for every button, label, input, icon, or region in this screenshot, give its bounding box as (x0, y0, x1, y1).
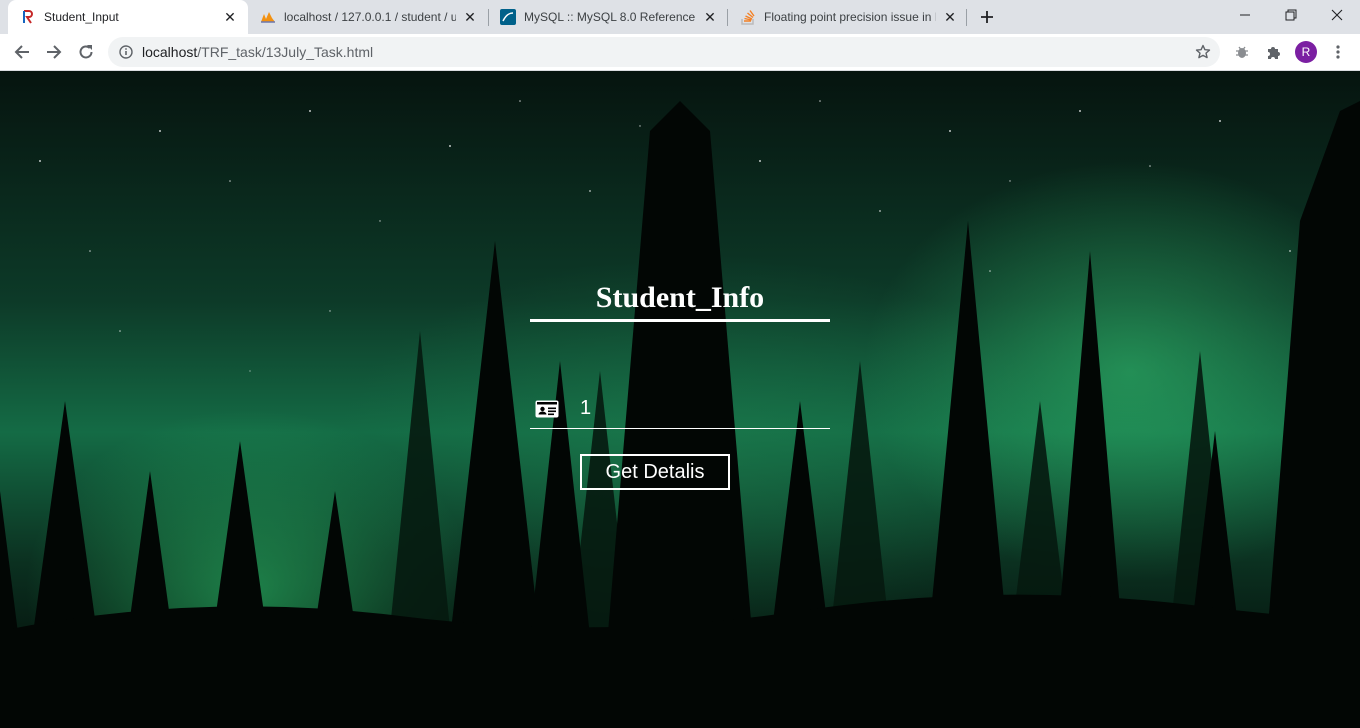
tab-title: Student_Input (44, 10, 119, 24)
plus-icon (981, 11, 993, 23)
student-id-field[interactable] (530, 389, 830, 429)
back-button[interactable] (8, 38, 36, 66)
url-host: localhost (142, 44, 198, 60)
get-details-button[interactable]: Get Detalis (580, 454, 730, 490)
tab-strip: Student_Input ✕ localhost / 127.0.0.1 / … (0, 0, 1360, 34)
url-path: /TRF_task/13July_Task.html (197, 44, 374, 60)
student-info-form: Student_Info Get Detalis (530, 281, 830, 490)
close-window-icon (1331, 9, 1343, 21)
extension-bug-button[interactable] (1228, 38, 1256, 66)
browser-menu-button[interactable] (1324, 38, 1352, 66)
address-bar[interactable]: localhost/TRF_task/13July_Task.html (108, 37, 1220, 67)
puzzle-icon (1268, 47, 1280, 59)
restore-button[interactable] (1268, 0, 1314, 30)
tab-mysql-reference[interactable]: MySQL :: MySQL 8.0 Reference M ✕ (488, 0, 728, 34)
forward-arrow-icon (47, 45, 62, 59)
info-icon[interactable] (118, 44, 134, 60)
minimize-icon (1240, 14, 1250, 16)
mysql-icon (500, 9, 516, 25)
browser-toolbar: localhost/TRF_task/13July_Task.html R (0, 34, 1360, 71)
new-tab-button[interactable] (975, 5, 999, 29)
tab-separator (966, 9, 967, 26)
back-arrow-icon (14, 45, 29, 59)
stackoverflow-icon (740, 9, 756, 25)
tab-phpmyadmin[interactable]: localhost / 127.0.0.1 / student / u ✕ (248, 0, 488, 34)
phpmyadmin-icon (260, 9, 276, 25)
tab-stackoverflow[interactable]: Floating point precision issue in I ✕ (728, 0, 968, 34)
reload-button[interactable] (72, 38, 100, 66)
minimize-button[interactable] (1222, 0, 1268, 30)
tab-student-input[interactable]: Student_Input ✕ (8, 0, 248, 34)
reload-icon (79, 45, 93, 59)
student-id-input[interactable] (580, 397, 820, 420)
bookmark-star-icon[interactable] (1194, 43, 1212, 61)
close-icon[interactable]: ✕ (942, 9, 958, 25)
restore-icon (1285, 9, 1297, 21)
kebab-menu-icon (1336, 45, 1340, 59)
tab-title: MySQL :: MySQL 8.0 Reference M (524, 10, 696, 24)
r-app-icon (20, 9, 36, 25)
forward-button[interactable] (40, 38, 68, 66)
extensions-button[interactable] (1260, 38, 1288, 66)
close-icon[interactable]: ✕ (702, 9, 718, 25)
bug-icon (1236, 46, 1248, 58)
page-viewport: Student_Info Get Detalis (0, 71, 1360, 728)
tab-title: localhost / 127.0.0.1 / student / u (284, 10, 456, 24)
profile-avatar[interactable]: R (1295, 41, 1317, 63)
close-window-button[interactable] (1314, 0, 1360, 30)
id-card-icon (535, 399, 561, 419)
close-icon[interactable]: ✕ (222, 9, 238, 25)
url-text[interactable]: localhost/TRF_task/13July_Task.html (142, 44, 373, 60)
tab-title: Floating point precision issue in I (764, 10, 936, 24)
page-title: Student_Info (530, 281, 830, 322)
close-icon[interactable]: ✕ (462, 9, 478, 25)
